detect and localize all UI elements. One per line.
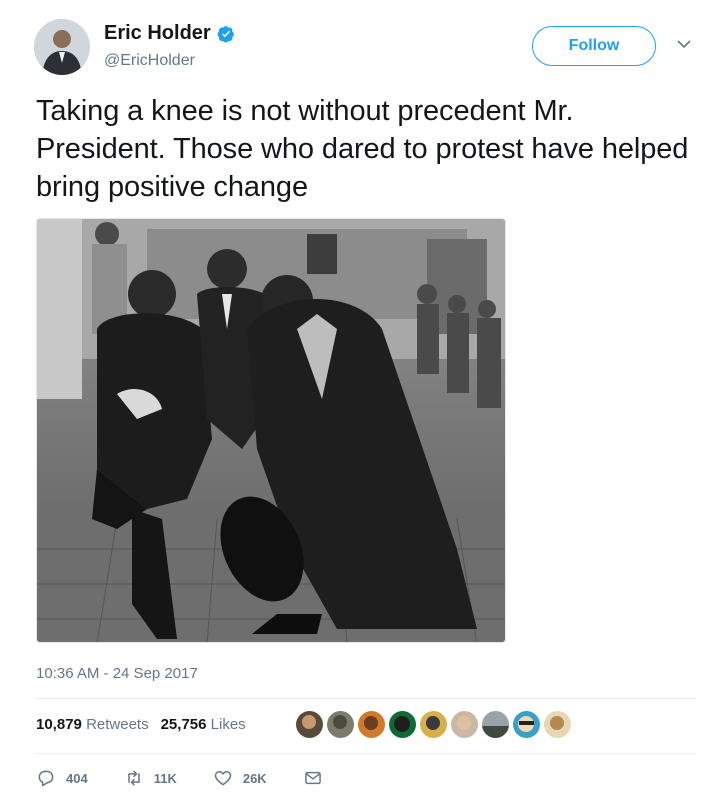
divider [36,698,696,699]
liker-avatar[interactable] [358,711,385,738]
liker-avatar[interactable] [451,711,478,738]
liker-avatars [296,711,571,738]
liker-avatar[interactable] [389,711,416,738]
tweet-timestamp[interactable]: 10:36 AM - 24 Sep 2017 [36,665,198,682]
liker-avatar[interactable] [420,711,447,738]
engagement-stats: 10,879 Retweets 25,756 Likes [36,716,246,733]
reply-icon [38,770,54,787]
chevron-down-icon[interactable] [676,36,692,52]
retweet-count: 11K [153,770,177,786]
retweets-count: 10,879 [36,716,82,733]
retweet-icon [127,770,140,786]
tweet-photo[interactable] [36,218,506,643]
tweet-actions: 404 11K 26K [36,768,359,788]
avatar[interactable] [34,19,90,75]
liker-avatar[interactable] [513,711,540,738]
follow-button[interactable]: Follow [532,26,656,66]
liker-avatar[interactable] [296,711,323,738]
author-name[interactable]: Eric Holder [104,22,211,45]
retweet-button[interactable]: 11K [124,768,177,788]
retweets-label: Retweets [86,716,149,733]
likes-label: Likes [210,716,246,733]
like-count: 26K [242,770,267,786]
reply-count: 404 [66,770,88,786]
liker-avatar[interactable] [327,711,354,738]
liker-avatar[interactable] [482,711,509,738]
author-handle[interactable]: @EricHolder [104,52,195,70]
retweets-stat[interactable]: 10,879 Retweets [36,716,149,733]
divider [36,753,696,754]
heart-icon [214,771,232,786]
like-button[interactable]: 26K [213,768,267,788]
liker-avatar[interactable] [544,711,571,738]
reply-button[interactable]: 404 [36,768,88,788]
tweet-text: Taking a knee is not without precedent M… [36,95,689,203]
envelope-icon [304,771,321,785]
likes-stat[interactable]: 25,756 Likes [161,716,246,733]
likes-count: 25,756 [160,716,207,733]
direct-message-button[interactable] [303,768,323,788]
verified-badge-icon [217,25,234,43]
